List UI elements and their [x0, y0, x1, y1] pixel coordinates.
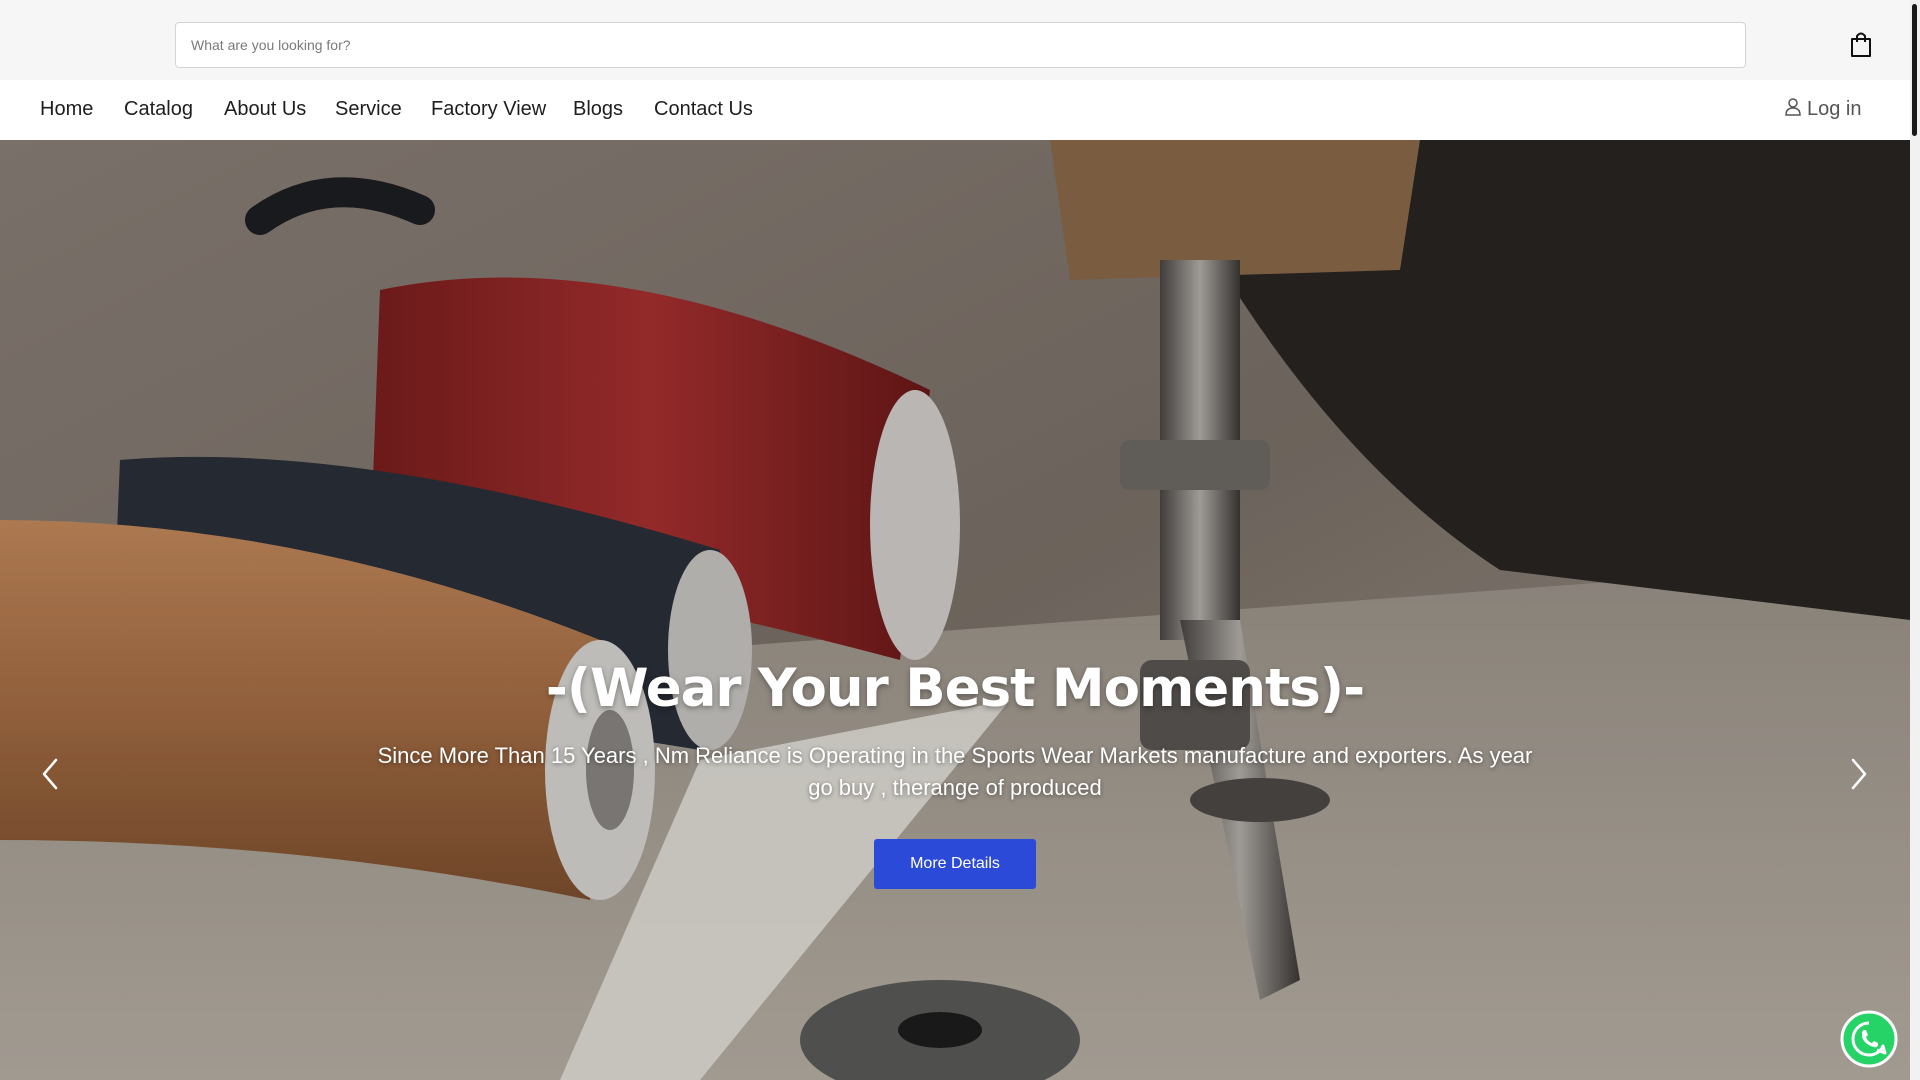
nav-item-home[interactable]: Home — [40, 98, 93, 121]
scrollbar[interactable] — [1910, 0, 1920, 1080]
whatsapp-icon[interactable] — [1840, 1010, 1898, 1068]
hero-overlay — [0, 140, 1910, 1080]
nav-item-catalog[interactable]: Catalog — [124, 98, 193, 121]
nav-item-about-us[interactable]: About Us — [224, 98, 306, 121]
nav-item-contact-us[interactable]: Contact Us — [654, 98, 753, 121]
top-search-bar — [0, 0, 1910, 80]
hero-slider: -(Wear Your Best Moments)- Since More Th… — [0, 140, 1910, 1080]
search-input[interactable] — [175, 22, 1746, 68]
hero-title: -(Wear Your Best Moments)- — [545, 658, 1365, 719]
main-navigation: Home Catalog About Us Service Factory Vi… — [0, 80, 1910, 140]
more-details-button[interactable]: More Details — [874, 839, 1036, 889]
nav-item-service[interactable]: Service — [335, 98, 402, 121]
login-label: Log in — [1807, 98, 1862, 120]
nav-item-blogs[interactable]: Blogs — [573, 98, 623, 121]
scrollbar-thumb[interactable] — [1912, 4, 1917, 136]
login-link[interactable]: Log in — [1785, 98, 1862, 121]
user-icon — [1785, 98, 1801, 121]
nav-item-factory-view[interactable]: Factory View — [431, 98, 546, 121]
cart-icon[interactable] — [1848, 30, 1874, 58]
hero-description: Since More Than 15 Years , Nm Reliance i… — [377, 743, 1533, 800]
chevron-left-icon[interactable] — [36, 754, 66, 794]
chevron-right-icon[interactable] — [1843, 754, 1873, 794]
